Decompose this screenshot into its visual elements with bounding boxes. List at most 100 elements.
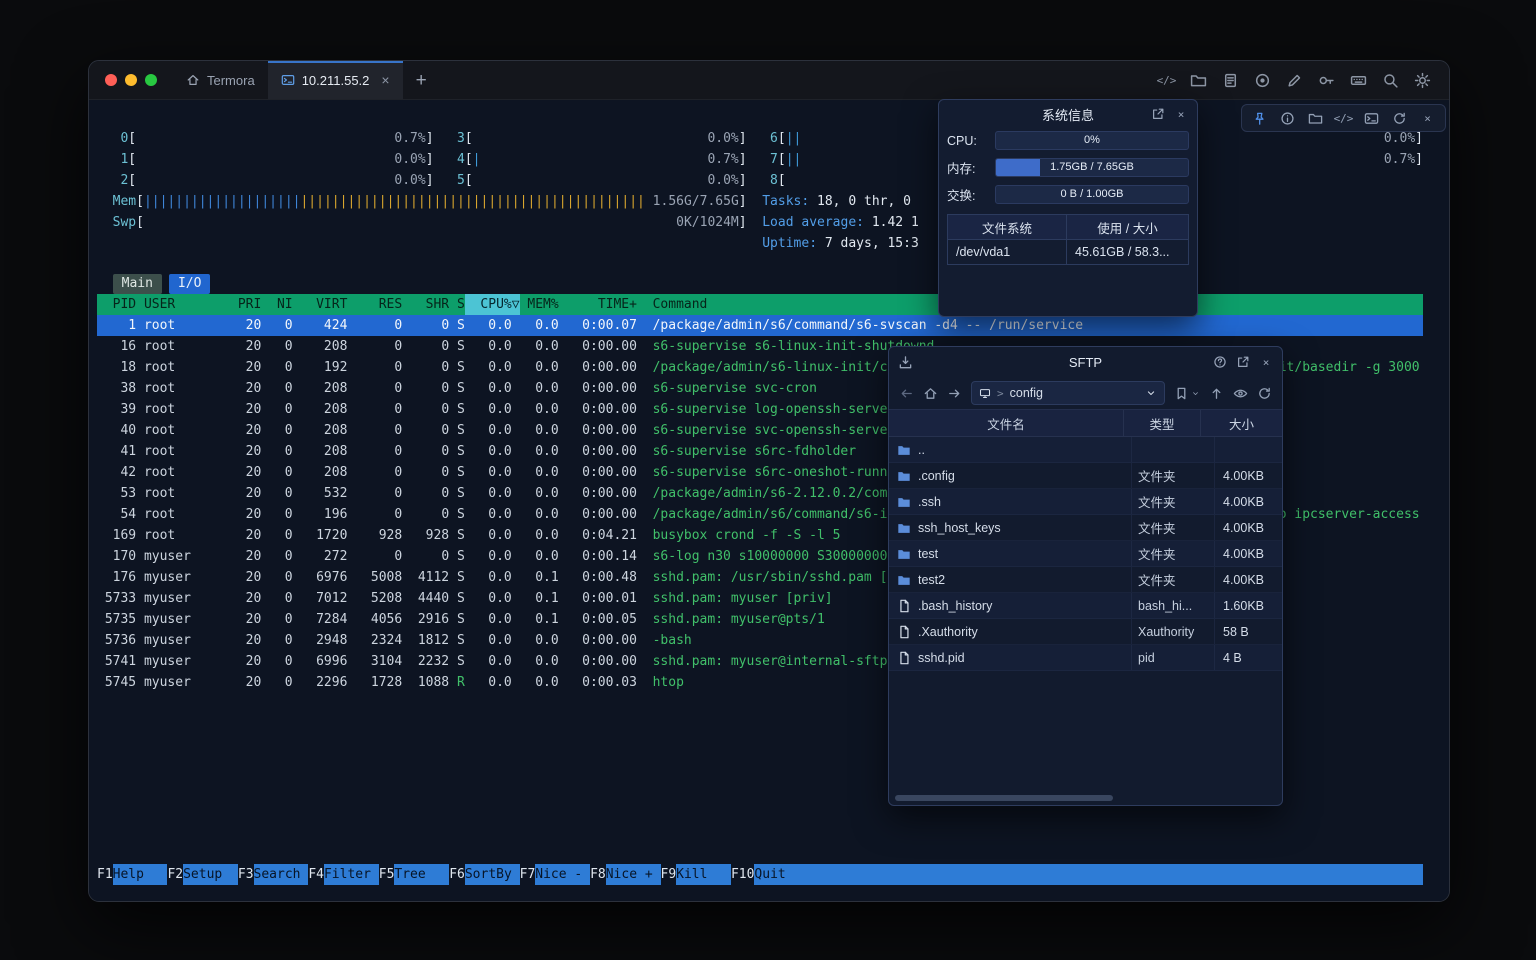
name-column-header[interactable]: 文件名	[889, 410, 1123, 436]
pri-cell: 20	[214, 651, 261, 672]
file-type-cell: 文件夹	[1131, 541, 1215, 566]
bookmark-dropdown[interactable]	[1174, 386, 1200, 401]
close-icon[interactable]: ×	[1420, 111, 1435, 126]
file-row[interactable]: .bash_historybash_hi...1.60KB	[889, 593, 1282, 619]
screen-tab-main[interactable]: Main	[113, 274, 162, 294]
sftp-table-header[interactable]: 文件名类型大小	[889, 410, 1282, 437]
file-row[interactable]: .XauthorityXauthority58 B	[889, 619, 1282, 645]
help-icon[interactable]	[1213, 355, 1227, 369]
close-icon[interactable]: ×	[1259, 355, 1273, 369]
fkey-f9-label[interactable]: Kill	[676, 864, 731, 885]
cpu-column-header[interactable]: CPU%▽	[465, 294, 520, 315]
arrow-left-icon[interactable]	[899, 386, 914, 401]
mem-column-header[interactable]: MEM%	[520, 294, 559, 315]
fkey-f9[interactable]: F9	[661, 864, 677, 885]
time-column-header[interactable]: TIME+	[559, 294, 637, 315]
terminal-icon[interactable]	[1364, 111, 1379, 126]
sftp-navigation-toolbar: >config	[889, 377, 1282, 409]
tasks-stat: Tasks: 18, 0 thr, 0	[762, 191, 919, 212]
fkey-f3-label[interactable]: Search	[254, 864, 309, 885]
fkey-f2[interactable]: F2	[167, 864, 183, 885]
app-window: Termora10.211.55.2× + </> 0[0.7%]3[0.0%]…	[88, 60, 1450, 902]
size-column-header[interactable]: 大小	[1201, 410, 1282, 436]
fkey-f7-label[interactable]: Nice -	[535, 864, 590, 885]
home-icon[interactable]	[923, 386, 938, 401]
info-icon[interactable]	[1280, 111, 1295, 126]
close-window-button[interactable]	[105, 74, 117, 86]
close-icon[interactable]: ×	[1174, 107, 1188, 121]
fkey-f10-label[interactable]: Quit	[754, 864, 809, 885]
type-column-header[interactable]: 类型	[1123, 410, 1201, 436]
filesystem-row[interactable]: /dev/vda145.61GB / 58.3...	[948, 240, 1188, 264]
pid-column-header[interactable]: PID	[97, 294, 136, 315]
pri-column-header[interactable]: PRI	[214, 294, 261, 315]
settings-icon[interactable]	[1414, 72, 1431, 89]
close-tab-icon[interactable]: ×	[381, 73, 389, 87]
fkey-f7[interactable]: F7	[520, 864, 536, 885]
tab-termora[interactable]: Termora	[173, 61, 268, 99]
folder-icon[interactable]	[1308, 111, 1323, 126]
file-row[interactable]: .ssh文件夹4.00KB	[889, 489, 1282, 515]
tab-10-211-55-2[interactable]: 10.211.55.2 ×	[268, 61, 403, 99]
fkey-f1-label[interactable]: Help	[113, 864, 168, 885]
record-icon[interactable]	[1254, 72, 1271, 89]
fkey-f6[interactable]: F6	[449, 864, 465, 885]
key-icon[interactable]	[1318, 72, 1335, 89]
zoom-window-button[interactable]	[145, 74, 157, 86]
keyboard-icon[interactable]	[1350, 72, 1367, 89]
new-tab-button[interactable]: +	[403, 61, 440, 99]
arrow-up-icon[interactable]	[1209, 386, 1224, 401]
fkey-f6-label[interactable]: SortBy	[465, 864, 520, 885]
file-row[interactable]: ..	[889, 437, 1282, 463]
eye-icon[interactable]	[1233, 386, 1248, 401]
fkey-f2-label[interactable]: Setup	[183, 864, 238, 885]
fkey-f4[interactable]: F4	[308, 864, 324, 885]
fkey-f4-label[interactable]: Filter	[324, 864, 379, 885]
bookmark-icon[interactable]	[1174, 386, 1189, 401]
pri-cell: 20	[214, 483, 261, 504]
file-row[interactable]: .config文件夹4.00KB	[889, 463, 1282, 489]
fkey-f8-label[interactable]: Nice +	[606, 864, 661, 885]
download-icon[interactable]	[898, 355, 913, 370]
chevron-down-icon[interactable]	[1145, 387, 1157, 399]
fkey-f5-label[interactable]: Tree	[394, 864, 449, 885]
fkey-f1[interactable]: F1	[97, 864, 113, 885]
fkey-f5[interactable]: F5	[379, 864, 395, 885]
pin-icon[interactable]	[1252, 111, 1267, 126]
code-icon[interactable]: </>	[1158, 72, 1175, 89]
file-row[interactable]: ssh_host_keys文件夹4.00KB	[889, 515, 1282, 541]
edit-icon[interactable]	[1286, 72, 1303, 89]
fkey-f3[interactable]: F3	[238, 864, 254, 885]
fkey-f10[interactable]: F10	[731, 864, 754, 885]
user-column-header[interactable]: USER	[144, 294, 214, 315]
report-icon[interactable]	[1222, 72, 1239, 89]
arrow-right-icon[interactable]	[947, 386, 962, 401]
scrollbar-thumb[interactable]	[895, 795, 1113, 801]
refresh-icon[interactable]	[1392, 111, 1407, 126]
file-row[interactable]: test2文件夹4.00KB	[889, 567, 1282, 593]
res-column-header[interactable]: RES	[347, 294, 402, 315]
s-column-header[interactable]: S	[449, 294, 465, 315]
open-in-new-icon[interactable]	[1236, 355, 1250, 369]
sr-column-header[interactable]: SHR	[402, 294, 449, 315]
file-row[interactable]: test文件夹4.00KB	[889, 541, 1282, 567]
open-in-new-icon[interactable]	[1151, 107, 1165, 121]
tab-label: 10.211.55.2	[302, 73, 370, 88]
virt-column-header[interactable]: VIRT	[293, 294, 348, 315]
search-icon[interactable]	[1382, 72, 1399, 89]
sftp-horizontal-scrollbar[interactable]	[889, 793, 1282, 805]
user-cell: myuser	[144, 567, 214, 588]
path-combobox[interactable]: >config	[971, 381, 1165, 405]
htop-function-key-bar: F1HelpF2SetupF3SearchF4FilterF5TreeF6Sor…	[97, 864, 1423, 885]
file-row[interactable]: sshd.pidpid4 B	[889, 645, 1282, 671]
process-table-header[interactable]: PIDUSERPRINIVIRTRESSHRSCPU%▽MEM%TIME+Com…	[97, 294, 1423, 315]
refresh-icon[interactable]	[1257, 386, 1272, 401]
chevron-down-icon[interactable]	[1191, 389, 1200, 398]
fkey-f8[interactable]: F8	[590, 864, 606, 885]
ni-column-header[interactable]: NI	[261, 294, 292, 315]
screen-tab-i-o[interactable]: I/O	[169, 274, 210, 294]
minimize-window-button[interactable]	[125, 74, 137, 86]
process-row[interactable]: 1root20042400S0.00.00:00.07/package/admi…	[97, 315, 1423, 336]
code-icon[interactable]: </>	[1336, 111, 1351, 126]
folder-icon[interactable]	[1190, 72, 1207, 89]
